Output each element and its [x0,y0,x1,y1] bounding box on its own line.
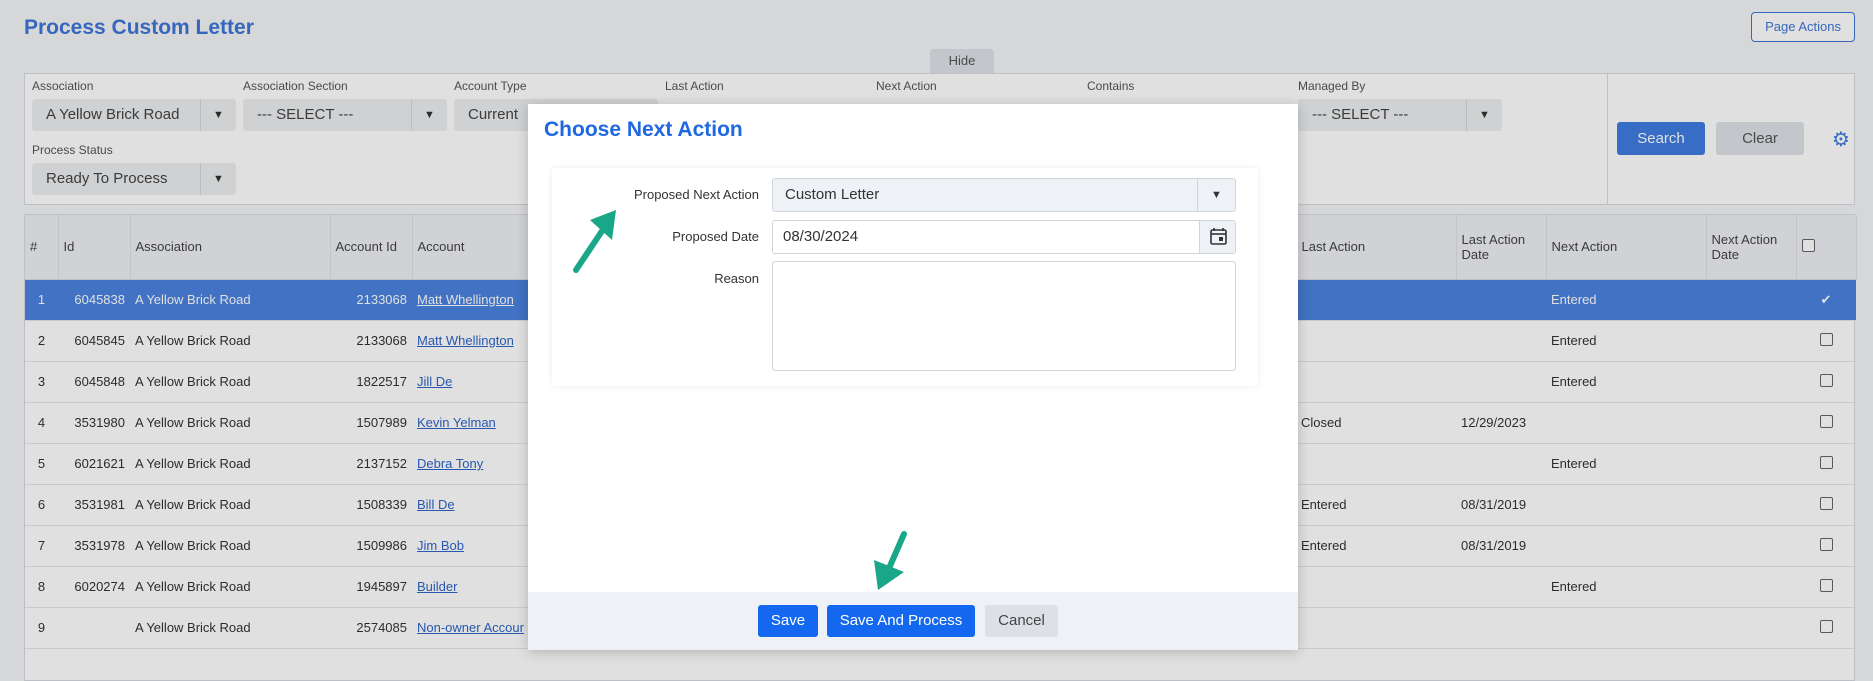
proposed-next-action-select[interactable]: Custom Letter ▼ [772,178,1236,212]
select-value: Custom Letter [785,186,880,203]
arrow-icon [573,210,616,273]
save-and-process-button[interactable]: Save And Process [827,605,975,637]
proposed-date-label: Proposed Date [672,229,759,244]
next-action-form: Proposed Next Action Custom Letter ▼ Pro… [552,168,1258,386]
chevron-down-icon[interactable]: ▼ [1197,179,1235,211]
dialog-footer: Save Save And Process Cancel [528,592,1298,650]
cancel-button[interactable]: Cancel [985,605,1058,637]
proposed-date-input[interactable]: 08/30/2024 [772,220,1236,254]
reason-label: Reason [714,271,759,286]
save-button[interactable]: Save [758,605,818,637]
proposed-next-action-label: Proposed Next Action [633,187,759,202]
reason-textarea[interactable] [772,261,1236,371]
date-value: 08/30/2024 [783,228,859,245]
arrow-icon [874,531,907,590]
dialog-title: Choose Next Action [544,118,743,141]
calendar-icon[interactable] [1199,221,1235,253]
